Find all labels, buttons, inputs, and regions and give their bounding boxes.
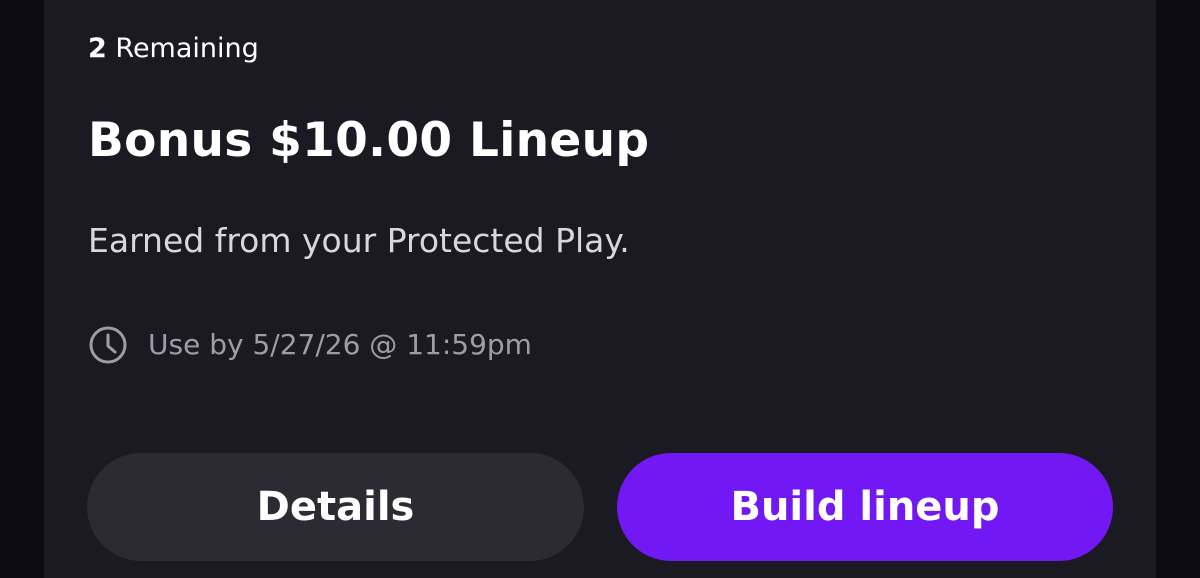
- build-lineup-button[interactable]: Build lineup: [617, 453, 1113, 561]
- card-title: Bonus $10.00 Lineup: [88, 113, 650, 168]
- remaining-indicator: 2 Remaining: [88, 30, 259, 68]
- card-description: Earned from your Protected Play.: [88, 221, 630, 260]
- expiry-row: Use by 5/27/26 @ 11:59pm: [88, 323, 532, 367]
- screen: 2 Remaining Bonus $10.00 Lineup Earned f…: [0, 0, 1200, 578]
- details-button[interactable]: Details: [87, 453, 584, 561]
- remaining-label: Remaining: [115, 33, 259, 64]
- remaining-count: 2: [88, 33, 107, 64]
- details-button-label: Details: [256, 484, 415, 530]
- expiry-text: Use by 5/27/26 @ 11:59pm: [148, 328, 532, 361]
- clock-icon: [89, 326, 127, 364]
- build-lineup-button-label: Build lineup: [730, 484, 1000, 530]
